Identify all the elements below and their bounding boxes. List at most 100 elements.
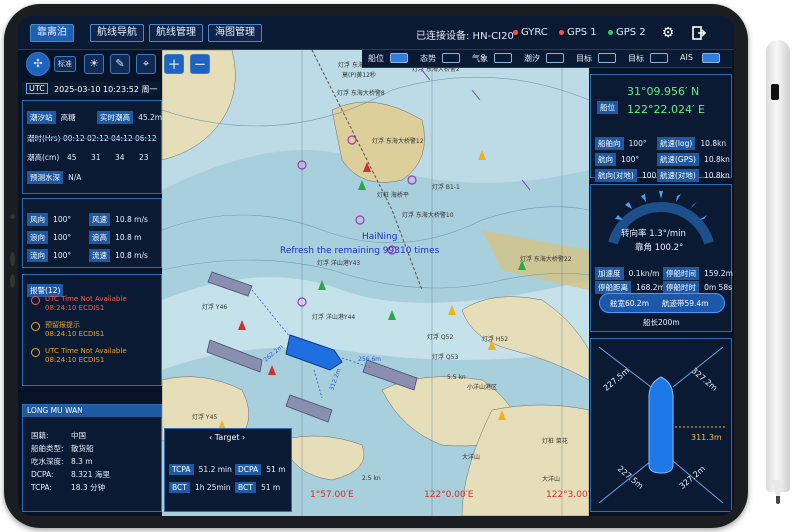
position-panel: 船位 31°09.956′ N 122°22.024′ E 船舶向 100° 航… [590,74,732,182]
tide-station-label: 潮汐站 [27,111,56,124]
alarm-item[interactable]: 预留报提示 08:24:10 ECDIS1 [31,321,157,343]
time-bar: UTC 2025-03-10 10:23:52 周一 [22,82,160,96]
chart-label: 灯浮 洋山港Y44 [312,314,356,321]
chart-label: 2.5 kn [362,475,381,482]
chart-label: 灯浮 Q53 [432,354,459,361]
alarm-icon [31,322,40,331]
map-toolbar: ✣ 标准 ☀ ✎ ⌖ + − [26,52,216,78]
wave-dir-value: 100° [53,233,72,242]
layer-toggle-ship[interactable] [390,53,408,63]
layer-label: 目标 [628,54,644,63]
realtime-tide-value: 45.2m [138,113,163,122]
current-dir-value: 100° [53,251,72,260]
alarm-item[interactable]: UTC Time Not Available 08:24:10 ECDIS1 [31,347,157,369]
chart-label: 灯浮 Y46 [202,304,228,311]
status-dot [608,29,613,35]
layer-toggle-target2[interactable] [650,53,668,63]
route-nav-button[interactable]: 航线导航 [90,24,144,42]
side-button [10,274,15,288]
chart-label: 灯桩 海桥平 [377,192,409,199]
status-dot [559,29,564,35]
current-speed-value: 10.8 m/s [115,251,148,260]
chart-manage-button[interactable]: 海图管理 [208,24,262,42]
tcpa-label: TCPA [169,464,194,475]
alarm-item[interactable]: UTC Time Not Available 08:24:10 ECDIS1 [31,295,157,317]
weather-panel: 风向 100° 风速 10.8 m/s 浪向 100° 浪高 10.8 m 流向… [22,198,162,268]
realtime-tide-label: 实时潮高 [97,111,133,124]
alarm-item-sub: 08:24:10 ECDIS1 [45,330,105,338]
sog-label: 航速(对地) [657,169,699,182]
layer-toggle-weather[interactable] [494,53,512,63]
status-gps1: GPS 1 [559,27,597,38]
tide-station-value: 高糖 [60,113,76,122]
ship-name-label: HaiNing [362,232,398,242]
time-value: 2025-03-10 10:23:52 周一 [54,85,158,94]
chart-label: 灯浮 H52 [482,336,509,343]
time-zone: UTC [26,83,48,94]
forecast-depth-label: 预测水深 [27,171,63,184]
bct-value: 1h 25min [194,483,231,492]
status-gps2: GPS 2 [608,27,646,38]
route-manage-button[interactable]: 航线管理 [149,24,203,42]
chart-label: 灯浮 东海大桥警12 [372,138,424,145]
status-label: GYRC [521,27,548,38]
chart-label: 灯浮 Y45 [192,414,218,421]
top-bar: 靠离泊 航线导航 航线管理 海图管理 已连接设备: HN-CI20 GYRC G… [18,16,734,50]
chart-label: 灯桩 菜花 [542,438,568,445]
refresh-status-text: Refresh the remaining 99310 times [280,246,440,256]
vessel-name: LONG MU WAN [23,405,161,417]
stop-distance-value: 168.2m [636,283,665,292]
compass-icon[interactable]: ✣ [26,52,50,76]
screen: 灯浮 东海大桥警1 灯浮 东海大桥警2 莫(P)黄12秒 灯浮 东海大桥警8 灯… [18,16,734,516]
beam-width: 舷宽60.2m [610,299,650,308]
layer-toggle-situation[interactable] [442,53,460,63]
logout-icon[interactable] [692,25,707,40]
mode-button[interactable]: 标准 [54,56,76,72]
chart-label: 灯浮 Q52 [427,334,454,341]
chart-label: 灯浮 东海大桥警22 [520,256,572,263]
berthing-button[interactable]: 靠离泊 [30,24,74,42]
latitude-value: 31°09.956′ N [627,85,700,98]
chart-label: 灯浮 B1-1 [432,184,460,191]
longitude-label: 122°0.00′E [424,490,474,500]
status-label: GPS 2 [616,27,646,38]
sun-icon[interactable]: ☀ [84,54,104,74]
ruler-icon[interactable]: ✎ [110,54,130,74]
dcpa-value: 51 m [266,465,286,474]
chart-label: 大洋山 [462,454,481,461]
status-gyrc: GYRC [513,27,548,38]
stylus [766,40,790,492]
tide-height: 31 [91,153,101,162]
stylus-band [771,84,779,100]
beam-track-bar: 舷宽60.2m 航迹带59.4m [599,293,725,313]
vessel-field-label: TCPA: [31,483,52,492]
zoom-in-icon[interactable]: + [164,54,184,74]
location-pin-icon[interactable]: ⌖ [136,54,156,74]
chart-label: 灯浮 东海大桥警8 [337,90,385,97]
rudder-angle: 靠角 100.2° [635,243,684,253]
longitude-value: 122°22.024′ E [627,103,705,116]
layer-toggle-tide[interactable] [546,53,564,63]
turn-rate: 转向率 1.3°/min [621,229,686,239]
target-panel: ‹ Target › TCPA 51.2 min DCPA 51 m BCT 1… [164,428,292,512]
layer-label: 潮汐 [524,54,540,63]
status-dot [513,29,518,35]
gear-icon[interactable]: ⚙ [659,24,677,42]
zoom-out-icon[interactable]: − [190,54,210,74]
alarm-icon [31,296,40,305]
position-label: 船位 [597,101,618,114]
chart-label: 小洋山港区 [467,384,498,391]
layer-toggle-target[interactable] [598,53,616,63]
bct-label: BCT [235,482,256,493]
ship-length: 船长200m [643,318,680,327]
device-label: 已连接设备: HN-CI20 [416,31,514,42]
wave-height-value: 10.8 m [115,233,142,242]
track-width: 航迹带59.4m [662,299,709,308]
chart-label: 莫(P)黄12秒 [342,72,376,79]
tablet-frame: 灯浮 东海大桥警1 灯浮 东海大桥警2 莫(P)黄12秒 灯浮 东海大桥警8 灯… [4,4,748,528]
alarm-icon [31,348,40,357]
layer-toggle-ais[interactable] [702,53,720,63]
berth-dist-right: 311.3m [691,433,722,442]
layer-label: 态势 [420,54,436,63]
bct-value: 51 m [260,483,281,492]
